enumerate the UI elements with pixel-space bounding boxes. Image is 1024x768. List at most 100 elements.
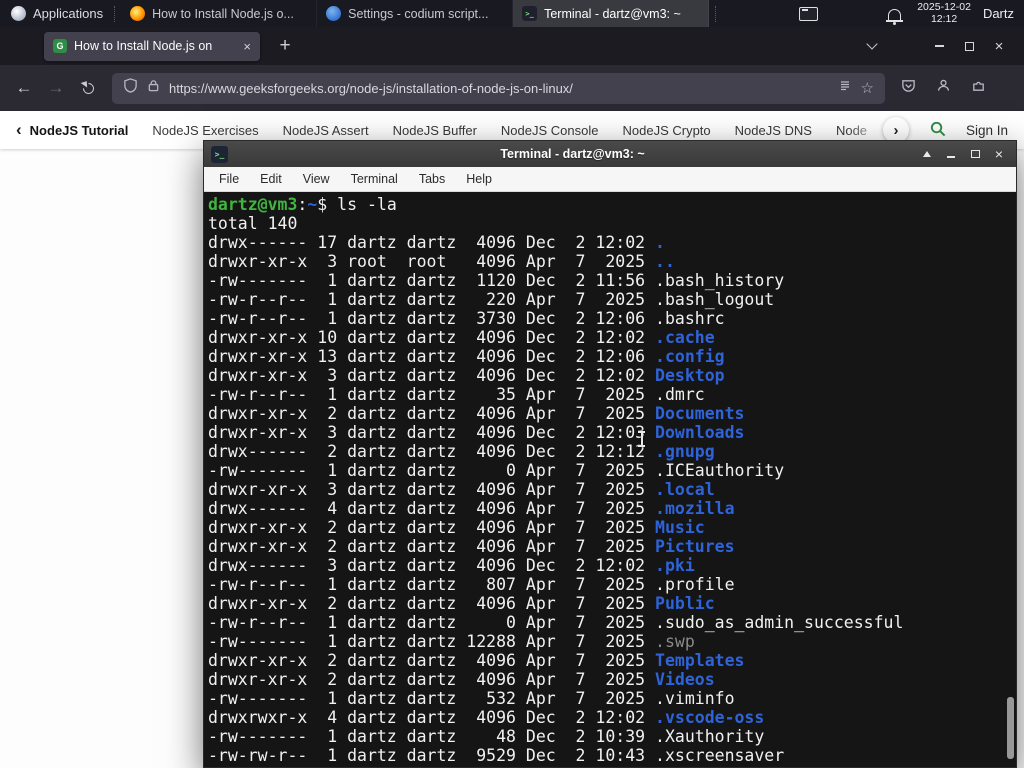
task-label: Settings - codium script... — [348, 6, 489, 21]
url-text[interactable]: https://www.geeksforgeeks.org/node-js/in… — [169, 81, 829, 96]
reload-button[interactable] — [72, 72, 104, 104]
list-all-tabs-icon[interactable] — [866, 38, 878, 50]
notification-bell-icon[interactable] — [886, 9, 904, 25]
directory-name: Desktop — [655, 366, 725, 385]
terminal-shade-button[interactable] — [917, 144, 937, 164]
panel-clock[interactable]: 2025-12-02 12:12 — [917, 1, 971, 25]
terminal-line: drwxr-xr-x 2 dartz dartz 4096 Apr 7 2025… — [208, 404, 745, 423]
terminal-scrollbar-thumb[interactable] — [1007, 697, 1014, 759]
terminal-screen[interactable]: dartz@vm3:~$ ls -la total 140 drwx------ … — [204, 192, 1016, 767]
terminal-line: drwx------ 2 dartz dartz 4096 Dec 2 12:1… — [208, 442, 715, 461]
site-nav-item[interactable]: NodeJS Crypto — [622, 123, 710, 138]
file-name: .bashrc — [655, 309, 725, 328]
tracking-shield-icon[interactable] — [123, 78, 138, 98]
browser-tab[interactable]: How to Install Node.js on × — [44, 31, 260, 61]
terminal-line: drwxr-xr-x 3 dartz dartz 4096 Apr 7 2025… — [208, 480, 715, 499]
directory-name: Templates — [655, 651, 745, 670]
site-nav-items: NodeJS Tutorial NodeJS Exercises NodeJS As… — [30, 123, 867, 138]
terminal-line: drwxr-xr-x 10 dartz dartz 4096 Dec 2 12:… — [208, 328, 715, 347]
terminal-menu-tabs[interactable]: Tabs — [419, 172, 445, 186]
terminal-title: Terminal - dartz@vm3: ~ — [500, 147, 645, 161]
terminal-app-icon: >_ — [211, 145, 228, 163]
terminal-line: drwx------ 4 dartz dartz 4096 Apr 7 2025… — [208, 499, 735, 518]
terminal-line: -rw------- 1 dartz dartz 532 Apr 7 2025 … — [208, 689, 735, 708]
terminal-prompt-line: dartz@vm3:~$ ls -la — [208, 195, 1016, 214]
terminal-window-controls: × — [917, 144, 1009, 164]
site-nav-item[interactable]: NodeJS DNS — [735, 123, 812, 138]
settings-icon — [326, 6, 342, 21]
terminal-menu-terminal[interactable]: Terminal — [351, 172, 398, 186]
directory-name: Music — [655, 518, 705, 537]
window-minimize-button[interactable] — [924, 32, 954, 60]
panel-separator — [114, 5, 116, 22]
file-name: .bash_logout — [655, 290, 775, 309]
panel-tasklist: How to Install Node.js o... Settings - co… — [121, 0, 710, 27]
new-tab-button[interactable]: + — [272, 35, 298, 57]
back-button[interactable]: ← — [8, 72, 40, 104]
terminal-menubar: File Edit View Terminal Tabs Help — [204, 167, 1016, 192]
firefox-icon — [130, 6, 146, 21]
site-nav-item[interactable]: NodeJS Assert — [283, 123, 369, 138]
pocket-icon[interactable] — [901, 78, 916, 98]
terminal-line: drwx------ 17 dartz dartz 4096 Dec 2 12:… — [208, 233, 665, 252]
taskbar-button[interactable]: How to Install Node.js o... — [121, 0, 318, 27]
directory-name: .gnupg — [655, 442, 715, 461]
toolbar-right-icons — [901, 78, 1016, 98]
distro-logo-icon — [11, 6, 26, 21]
bookmark-star-icon[interactable]: ☆ — [861, 81, 874, 96]
extensions-puzzle-icon[interactable] — [971, 78, 986, 98]
terminal-line: drwxr-xr-x 2 dartz dartz 4096 Apr 7 2025… — [208, 670, 715, 689]
terminal-line: total 140 — [208, 214, 298, 233]
terminal-line: drwxr-xr-x 3 dartz dartz 4096 Dec 2 12:0… — [208, 366, 725, 385]
terminal-line: -rw-r--r-- 1 dartz dartz 807 Apr 7 2025 … — [208, 575, 735, 594]
terminal-maximize-button[interactable] — [965, 144, 985, 164]
terminal-line: -rw-r--r-- 1 dartz dartz 3730 Dec 2 12:0… — [208, 309, 725, 328]
url-bar[interactable]: https://www.geeksforgeeks.org/node-js/in… — [112, 72, 885, 104]
terminal-menu-edit[interactable]: Edit — [260, 172, 282, 186]
file-name: .swp — [655, 632, 695, 651]
file-name: .sudo_as_admin_successful — [655, 613, 904, 632]
mouse-ibeam-cursor — [637, 431, 646, 447]
site-nav-item[interactable]: NodeJS Buffer — [393, 123, 477, 138]
directory-name: Public — [655, 594, 715, 613]
site-nav-item[interactable]: NodeJS Tutorial — [30, 123, 129, 138]
prompt-separator: : — [297, 195, 308, 214]
account-icon[interactable] — [936, 78, 951, 98]
lock-icon[interactable] — [147, 79, 160, 97]
directory-name: Documents — [655, 404, 745, 423]
terminal-window: >_ Terminal - dartz@vm3: ~ × File Edit Vie… — [203, 140, 1017, 768]
terminal-minimize-button[interactable] — [941, 144, 961, 164]
taskbar-button[interactable]: Settings - codium script... — [317, 0, 514, 27]
browser-toolbar: ← → https://www.geeksforgeeks.org/node-j… — [0, 65, 1024, 111]
browser-tab-bar: How to Install Node.js on × + × — [0, 27, 1024, 65]
site-nav-item[interactable]: NodeJS Console — [501, 123, 599, 138]
terminal-menu-view[interactable]: View — [303, 172, 330, 186]
window-maximize-button[interactable] — [954, 32, 984, 60]
terminal-line: drwxr-xr-x 3 dartz dartz 4096 Dec 2 12:0… — [208, 423, 745, 442]
terminal-line: drwxrwxr-x 4 dartz dartz 4096 Dec 2 12:0… — [208, 708, 765, 727]
terminal-titlebar[interactable]: >_ Terminal - dartz@vm3: ~ × — [204, 141, 1016, 167]
directory-name: . — [655, 233, 665, 252]
terminal-line: -rw------- 1 dartz dartz 1120 Dec 2 11:5… — [208, 271, 785, 290]
sign-in-button[interactable]: Sign In — [966, 123, 1008, 138]
terminal-line: -rw-rw-r-- 1 dartz dartz 9529 Dec 2 10:4… — [208, 746, 785, 765]
applications-menu[interactable]: Applications — [6, 0, 108, 27]
terminal-menu-help[interactable]: Help — [466, 172, 492, 186]
terminal-menu-file[interactable]: File — [219, 172, 239, 186]
tray-terminal-icon[interactable] — [799, 6, 819, 21]
window-controls: × — [866, 32, 1014, 60]
terminal-close-button[interactable]: × — [989, 144, 1009, 164]
task-label: Terminal - dartz@vm3: ~ — [544, 6, 681, 21]
tab-close-icon[interactable]: × — [243, 39, 251, 54]
window-close-button[interactable]: × — [984, 32, 1014, 60]
nav-scroll-left-icon[interactable]: ‹ — [16, 120, 22, 140]
site-nav-item[interactable]: NodeJS Exercises — [152, 123, 258, 138]
reader-view-icon[interactable] — [838, 79, 852, 98]
forward-button[interactable]: → — [40, 72, 72, 104]
terminal-line: drwxr-xr-x 2 dartz dartz 4096 Apr 7 2025… — [208, 594, 715, 613]
taskbar-button[interactable]: >_ Terminal - dartz@vm3: ~ — [513, 0, 710, 27]
panel-user[interactable]: Dartz — [983, 6, 1014, 21]
directory-name: Pictures — [655, 537, 735, 556]
site-search-icon[interactable] — [929, 120, 946, 140]
directory-name: .local — [655, 480, 715, 499]
